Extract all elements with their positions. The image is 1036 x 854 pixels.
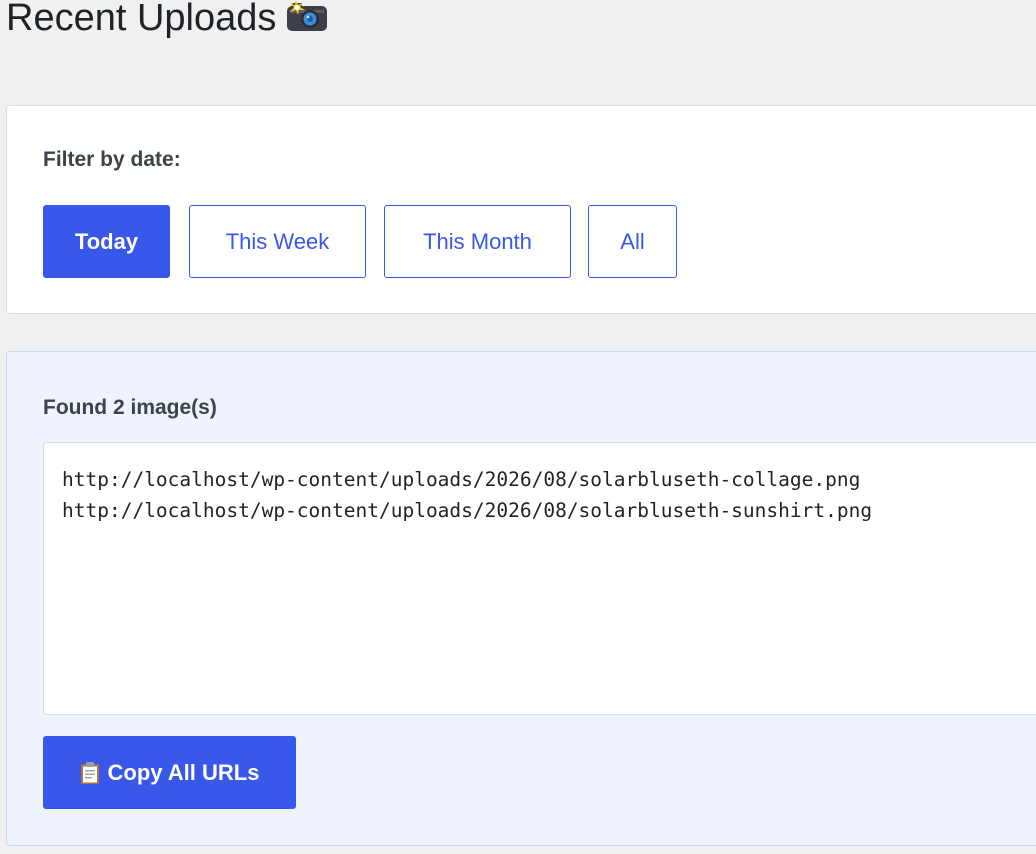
results-panel: Found 2 image(s) http://localhost/wp-con…	[6, 351, 1036, 846]
page-title: Recent Uploads	[6, 0, 328, 44]
filter-all-button[interactable]: All	[588, 205, 677, 278]
clipboard-icon	[80, 761, 99, 784]
filter-today-button[interactable]: Today	[43, 205, 170, 278]
url-list-textarea[interactable]: http://localhost/wp-content/uploads/2026…	[43, 442, 1036, 715]
copy-all-urls-button[interactable]: Copy All URLs	[43, 736, 296, 809]
page-title-text: Recent Uploads	[6, 0, 277, 39]
results-count: Found 2 image(s)	[43, 396, 217, 419]
camera-flash-icon	[287, 0, 328, 31]
filter-panel: Filter by date: Today This Week This Mon…	[6, 105, 1036, 314]
filter-this-week-button[interactable]: This Week	[189, 205, 366, 278]
filter-this-month-button[interactable]: This Month	[384, 205, 571, 278]
filter-label: Filter by date:	[43, 148, 181, 171]
copy-button-label: Copy All URLs	[107, 759, 260, 785]
